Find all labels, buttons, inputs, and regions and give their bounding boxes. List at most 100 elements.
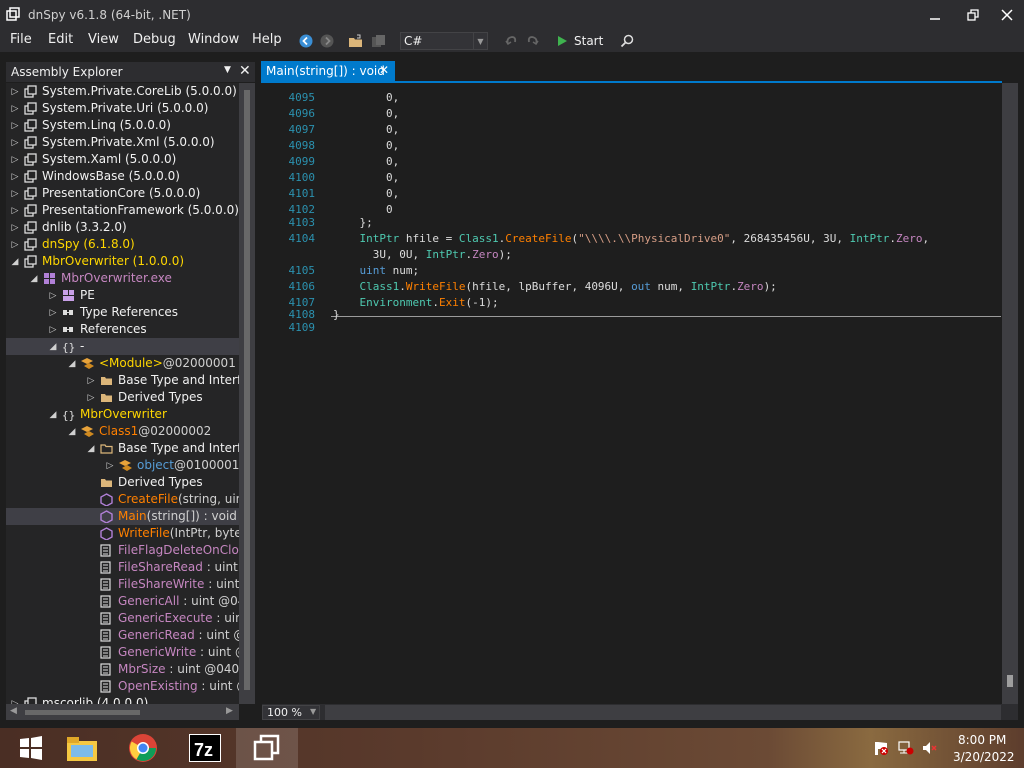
code-line[interactable]: 0, [333,155,399,168]
tree-row[interactable]: ▷ System.Xaml (5.0.0.0) [6,151,239,168]
expand-arrow-icon[interactable]: ▷ [10,185,20,202]
menu-debug[interactable]: Debug [133,32,176,47]
search-button[interactable] [618,32,636,50]
menu-file[interactable]: File [10,32,32,47]
navigate-back-button[interactable] [297,32,315,50]
collapse-arrow-icon[interactable]: ◢ [86,440,96,457]
taskbar-dnspy[interactable] [236,728,298,768]
taskbar-file-explorer[interactable] [51,728,113,768]
expand-arrow-icon[interactable]: ▷ [10,695,20,705]
tree-row[interactable]: ◢ <Module>@02000001 [6,355,239,372]
tree-row[interactable]: ▷ dnlib (3.3.2.0) [6,219,239,236]
code-line[interactable]: 0, [333,91,399,104]
expand-arrow-icon[interactable]: ▷ [10,202,20,219]
tree-row[interactable]: WriteFile(IntPtr, byte[] [6,525,239,542]
tree-row[interactable]: ▷ mscorlib (4.0.0.0) [6,695,239,704]
expand-arrow-icon[interactable]: ▷ [48,321,58,338]
tree-row[interactable]: ◢ {} MbrOverwriter [6,406,239,423]
clock-time[interactable]: 8:00 PM [958,733,1006,747]
code-line[interactable]: IntPtr hfile = Class1.CreateFile("\\\\.\… [333,232,930,245]
tree-row[interactable]: FileShareWrite : uint @ [6,576,239,593]
tree-row[interactable]: ▷ object@01000010 [6,457,239,474]
collapse-arrow-icon[interactable]: ◢ [29,270,39,287]
tree-row[interactable]: ◢ Class1@02000002 [6,423,239,440]
expand-arrow-icon[interactable]: ▷ [105,457,115,474]
tree-row[interactable]: ◢ Base Type and Interfaces [6,440,239,457]
expand-arrow-icon[interactable]: ▷ [10,100,20,117]
minimize-button[interactable] [918,0,952,30]
undo-button[interactable] [502,32,520,50]
expand-arrow-icon[interactable]: ▷ [10,168,20,185]
code-line[interactable]: 0 [333,203,393,216]
expand-arrow-icon[interactable]: ▷ [86,372,96,389]
collapse-arrow-icon[interactable]: ◢ [67,355,77,372]
tree-row[interactable]: GenericExecute : uint @ [6,610,239,627]
redo-button[interactable] [524,32,542,50]
expand-arrow-icon[interactable]: ▷ [10,236,20,253]
tree-row[interactable]: OpenExisting : uint @0 [6,678,239,695]
code-line[interactable]: 3U, 0U, IntPtr.Zero); [333,248,512,261]
code-line[interactable]: 0, [333,187,399,200]
tree-row[interactable]: ▷ Base Type and Interfaces [6,372,239,389]
menu-help[interactable]: Help [252,32,282,47]
tree-row[interactable]: ▷ References [6,321,239,338]
tree-row[interactable]: Main(string[]) : void @ [6,508,239,525]
panel-close-icon[interactable]: ✕ [239,63,251,79]
tree-row[interactable]: FileFlagDeleteOnClose [6,542,239,559]
code-line[interactable]: uint num; [333,264,420,277]
tree-row[interactable]: ◢ {} - [6,338,239,355]
tree-row[interactable]: ▷ System.Linq (5.0.0.0) [6,117,239,134]
panel-dropdown-icon[interactable]: ▼ [224,65,231,75]
tree-row[interactable]: ▷ WindowsBase (5.0.0.0) [6,168,239,185]
code-line[interactable]: 0, [333,171,399,184]
expand-arrow-icon[interactable]: ▷ [48,304,58,321]
tree-row[interactable]: CreateFile(string, uint, [6,491,239,508]
tree-row[interactable]: ▷ Type References [6,304,239,321]
tree-row[interactable]: ▷ dnSpy (6.1.8.0) [6,236,239,253]
menu-window[interactable]: Window [188,32,239,47]
scroll-right-icon[interactable]: ▶ [226,706,233,716]
tree-row[interactable]: ◢ MbrOverwriter (1.0.0.0) [6,253,239,270]
expand-arrow-icon[interactable]: ▷ [10,117,20,134]
code-line[interactable]: }; [333,216,372,229]
clock-date[interactable]: 3/20/2022 [953,750,1015,764]
editor-horizontal-scrollbar[interactable] [325,705,1001,720]
taskbar-chrome[interactable] [112,728,174,768]
tree-row[interactable]: ▷ System.Private.Xml (5.0.0.0) [6,134,239,151]
menu-edit[interactable]: Edit [48,32,73,47]
editor-scroll-thumb[interactable] [1007,675,1013,687]
collapse-arrow-icon[interactable]: ◢ [48,406,58,423]
network-icon[interactable] [898,740,914,759]
tree-row[interactable]: ▷ PresentationFramework (5.0.0.0) [6,202,239,219]
zoom-select[interactable]: 100 % ▼ [262,705,320,720]
restore-button[interactable] [956,0,990,30]
editor-vertical-scrollbar[interactable] [1002,83,1018,704]
collapse-arrow-icon[interactable]: ◢ [67,423,77,440]
navigate-forward-button[interactable] [318,32,336,50]
expand-arrow-icon[interactable]: ▷ [10,134,20,151]
volume-muted-icon[interactable] [922,740,938,759]
expand-arrow-icon[interactable]: ▷ [86,389,96,406]
code-editor[interactable]: 4095 0, 4096 0, 4097 0, 4098 0, 4099 0, 4100 … [278,83,1002,704]
tree-row[interactable]: ▷ Derived Types [6,389,239,406]
tree-row[interactable]: MbrSize : uint @04000 [6,661,239,678]
tree-row[interactable]: ◢ MbrOverwriter.exe [6,270,239,287]
expand-arrow-icon[interactable]: ▷ [48,287,58,304]
tab-main[interactable]: Main(string[]) : void ✕ [261,61,395,81]
save-button[interactable] [370,32,388,50]
action-center-icon[interactable] [873,740,889,759]
start-button[interactable]: Start [556,32,603,50]
tree-row[interactable]: ▷ PresentationCore (5.0.0.0) [6,185,239,202]
tree-row[interactable]: GenericWrite : uint @0 [6,644,239,661]
close-window-button[interactable] [990,0,1024,30]
collapse-arrow-icon[interactable]: ◢ [10,253,20,270]
tree-row[interactable]: ▷ System.Private.CoreLib (5.0.0.0) [6,83,239,100]
expand-arrow-icon[interactable]: ▷ [10,83,20,100]
code-line[interactable]: } [333,308,340,321]
tree-scroll-thumb[interactable] [244,90,250,690]
tree-row[interactable]: FileShareRead : uint @ [6,559,239,576]
collapse-arrow-icon[interactable]: ◢ [48,338,58,355]
tree-row[interactable]: ▷ PE [6,287,239,304]
tree-row[interactable]: ▷ System.Private.Uri (5.0.0.0) [6,100,239,117]
tree-row[interactable]: GenericRead : uint @0 [6,627,239,644]
